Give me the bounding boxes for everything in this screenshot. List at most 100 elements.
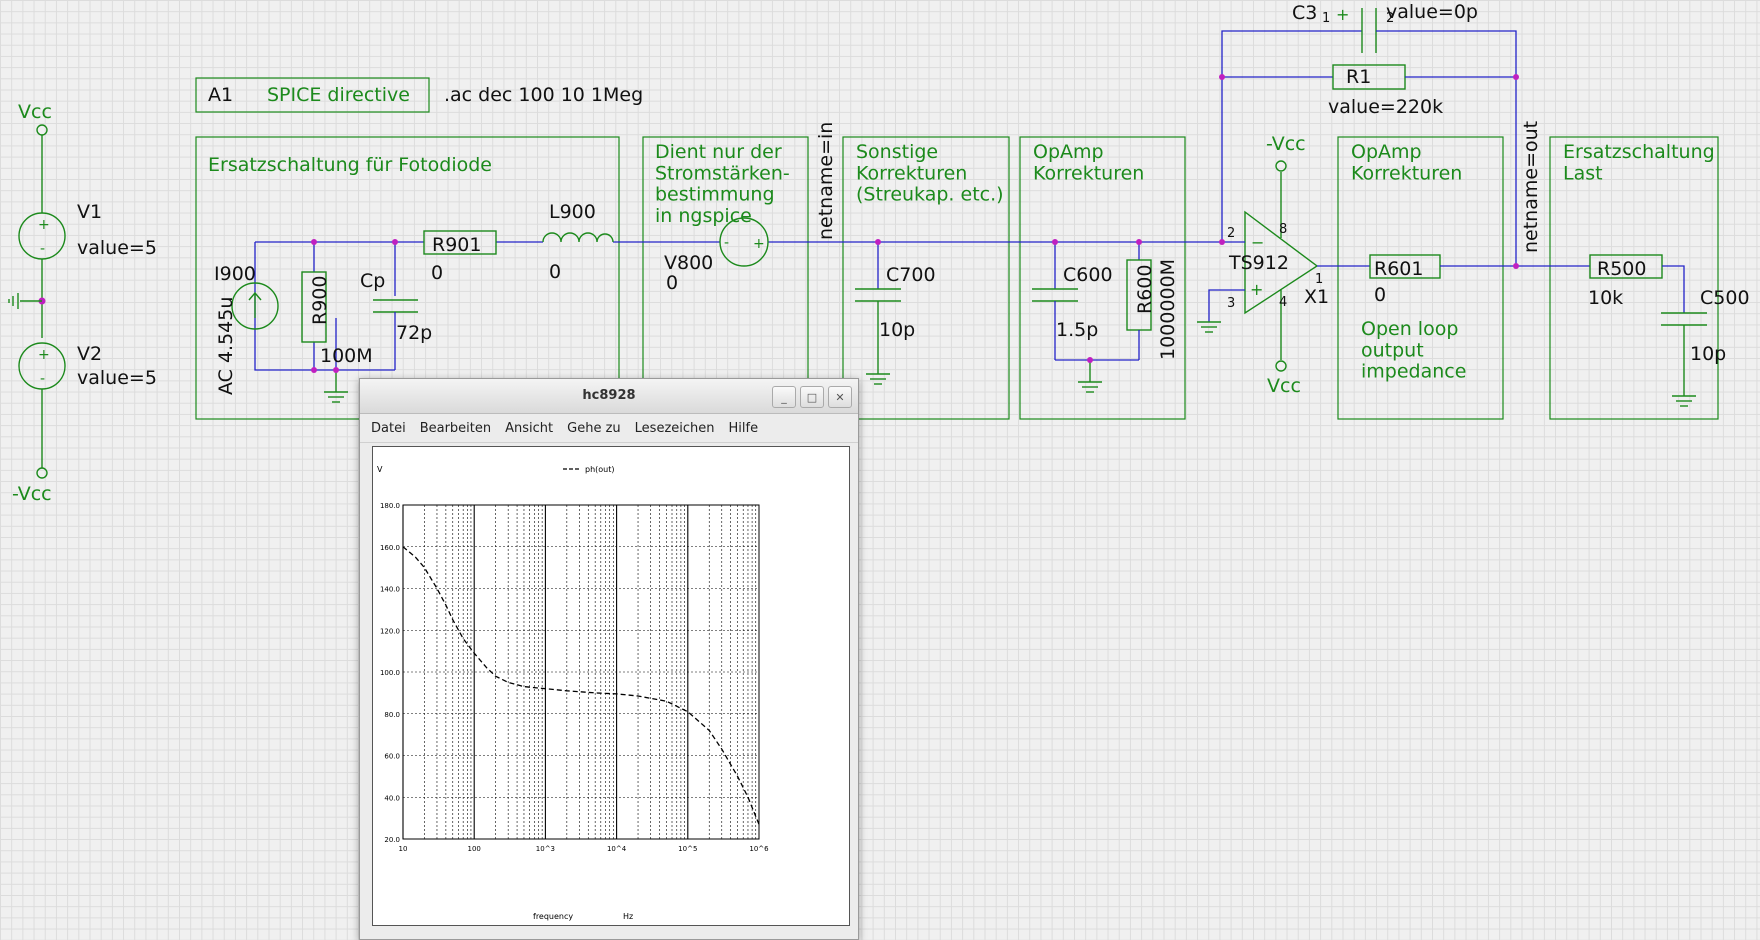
directive-text: .ac dec 100 10 1Meg (444, 84, 643, 106)
y-tick-label: 100.0 (380, 669, 400, 677)
menu-ansicht[interactable]: Ansicht (498, 421, 560, 436)
r900-label: R900 (309, 276, 331, 325)
maximize-button[interactable]: □ (800, 386, 824, 408)
menu-bearbeiten[interactable]: Bearbeiten (413, 421, 498, 436)
plot-ylabel: V (377, 465, 383, 474)
r1-value: value=220k (1328, 96, 1443, 118)
x-tick-label: 100 (468, 845, 481, 853)
viewer-titlebar[interactable]: hc8928 _ □ ✕ (360, 379, 858, 414)
svg-text:-: - (40, 371, 45, 387)
directive-id: A1 (208, 84, 233, 106)
l900-value: 0 (549, 261, 561, 283)
r900-value: 100M (320, 345, 373, 367)
c3-pin1: 1 (1322, 11, 1330, 26)
menu-gehe-zu[interactable]: Gehe zu (560, 421, 628, 436)
opamp-neg-supply: -Vcc (1266, 133, 1306, 155)
plot-xunit: Hz (623, 912, 633, 921)
group-label-opamp2: OpAmp Korrekturen (1351, 141, 1462, 184)
group-label-last: Ersatzschaltung Last (1563, 141, 1715, 184)
svg-text:−: − (1251, 233, 1264, 252)
c500-label: C500 (1700, 287, 1750, 309)
vcc-port[interactable] (36, 124, 48, 136)
menu-hilfe[interactable]: Hilfe (722, 421, 766, 436)
r500-label: R500 (1597, 258, 1646, 280)
svg-text:-: - (40, 241, 45, 257)
c500-value: 10p (1690, 343, 1726, 365)
y-tick-label: 80.0 (384, 711, 400, 719)
r901-value: 0 (431, 262, 443, 284)
opamp-pin3: 3 (1227, 296, 1235, 311)
r500-value: 10k (1588, 287, 1623, 309)
svg-text:+: + (753, 236, 765, 252)
group-label-sonstige: Sonstige Korrekturen (Streukap. etc.) (856, 141, 1004, 206)
r600-label: R600 (1134, 265, 1156, 314)
v2-label: V2 (77, 343, 102, 365)
c3-label: C3 (1292, 2, 1317, 24)
y-tick-label: 120.0 (380, 627, 400, 635)
r600-value: 1000000M (1157, 259, 1179, 360)
cp-value: 72p (396, 322, 432, 344)
menu-datei[interactable]: Datei (364, 421, 413, 436)
group-label-opamp1: OpAmp Korrekturen (1033, 141, 1144, 184)
svg-text:+: + (38, 217, 50, 233)
opamp-name: TS912 (1228, 252, 1289, 274)
x-tick-label: 10^3 (536, 845, 555, 853)
menu-lesezeichen[interactable]: Lesezeichen (628, 421, 722, 436)
group-label-strom: Dient nur der Stromstärken-bestimmung in n… (655, 141, 790, 227)
open-loop-note: Open loop output impedance (1361, 318, 1466, 383)
opamp-pin8: 8 (1279, 222, 1287, 237)
r601-label: R601 (1374, 258, 1423, 280)
y-tick-label: 140.0 (380, 586, 400, 594)
c600-label: C600 (1063, 264, 1113, 286)
plot-grid (402, 504, 760, 840)
legend-label: ph(out) (585, 465, 615, 474)
opamp-pos-supply: Vcc (1267, 375, 1301, 397)
cp-label: Cp (360, 270, 385, 292)
plot-ticks: 20.0 40.0 60.0 80.0 100.0 120.0 140.0 160.0 180.… (380, 502, 769, 853)
viewer-menubar: Datei Bearbeiten Ansicht Gehe zu Lesezei… (360, 414, 858, 443)
v1-label: V1 (77, 201, 102, 223)
svg-text:+: + (1336, 5, 1349, 24)
y-tick-label: 20.0 (384, 836, 400, 844)
l900-inductor[interactable] (542, 232, 614, 243)
opamp-pin2: 2 (1227, 226, 1235, 241)
group-label-fotodiode: Ersatzschaltung für Fotodiode (208, 154, 492, 176)
svg-text:-: - (724, 235, 729, 251)
opamp-pin1: 1 (1315, 272, 1323, 287)
y-tick-label: 60.0 (384, 753, 400, 761)
r601-value: 0 (1374, 284, 1386, 306)
r1-label: R1 (1346, 66, 1371, 88)
y-tick-label: 180.0 (380, 502, 400, 510)
directive-type: SPICE directive (267, 84, 410, 106)
v800-value: 0 (666, 272, 678, 294)
vcc-top-label: Vcc (18, 101, 52, 123)
neg-vcc-port[interactable] (36, 467, 48, 479)
c3-value: value=0p (1386, 1, 1478, 23)
svg-text:+: + (38, 347, 50, 363)
y-tick-label: 160.0 (380, 544, 400, 552)
close-button[interactable]: ✕ (828, 386, 852, 408)
c700-label: C700 (886, 264, 936, 286)
schematic-canvas[interactable]: A1 SPICE directive .ac dec 100 10 1Meg E… (0, 0, 1760, 926)
c700-value: 10p (879, 319, 915, 341)
v2-value: value=5 (77, 367, 157, 389)
net-label-out: netname=out (1520, 121, 1542, 253)
net-label-in: netname=in (815, 122, 837, 240)
i900-label: I900 (214, 263, 256, 285)
c600-value: 1.5p (1056, 319, 1098, 341)
x-tick-label: 10^6 (749, 845, 769, 853)
svg-text:+: + (1250, 280, 1263, 299)
i900-value: AC 4.545u (215, 297, 237, 395)
x-tick-label: 10^4 (607, 845, 627, 853)
document-viewer-window[interactable]: hc8928 _ □ ✕ Datei Bearbeiten Ansicht Ge… (359, 378, 859, 940)
x-tick-label: 10^5 (678, 845, 697, 853)
minimize-button[interactable]: _ (772, 386, 796, 408)
phase-plot: 20.0 40.0 60.0 80.0 100.0 120.0 140.0 160.0 180.… (377, 465, 769, 921)
v800-label: V800 (664, 252, 713, 274)
v1-value: value=5 (77, 237, 157, 259)
plot-xlabel: frequency (533, 912, 573, 921)
opamp-pin4: 4 (1279, 295, 1287, 310)
l900-label: L900 (549, 201, 596, 223)
plot-page[interactable]: 20.0 40.0 60.0 80.0 100.0 120.0 140.0 160.0 180.… (372, 446, 850, 926)
y-tick-label: 40.0 (384, 794, 400, 802)
